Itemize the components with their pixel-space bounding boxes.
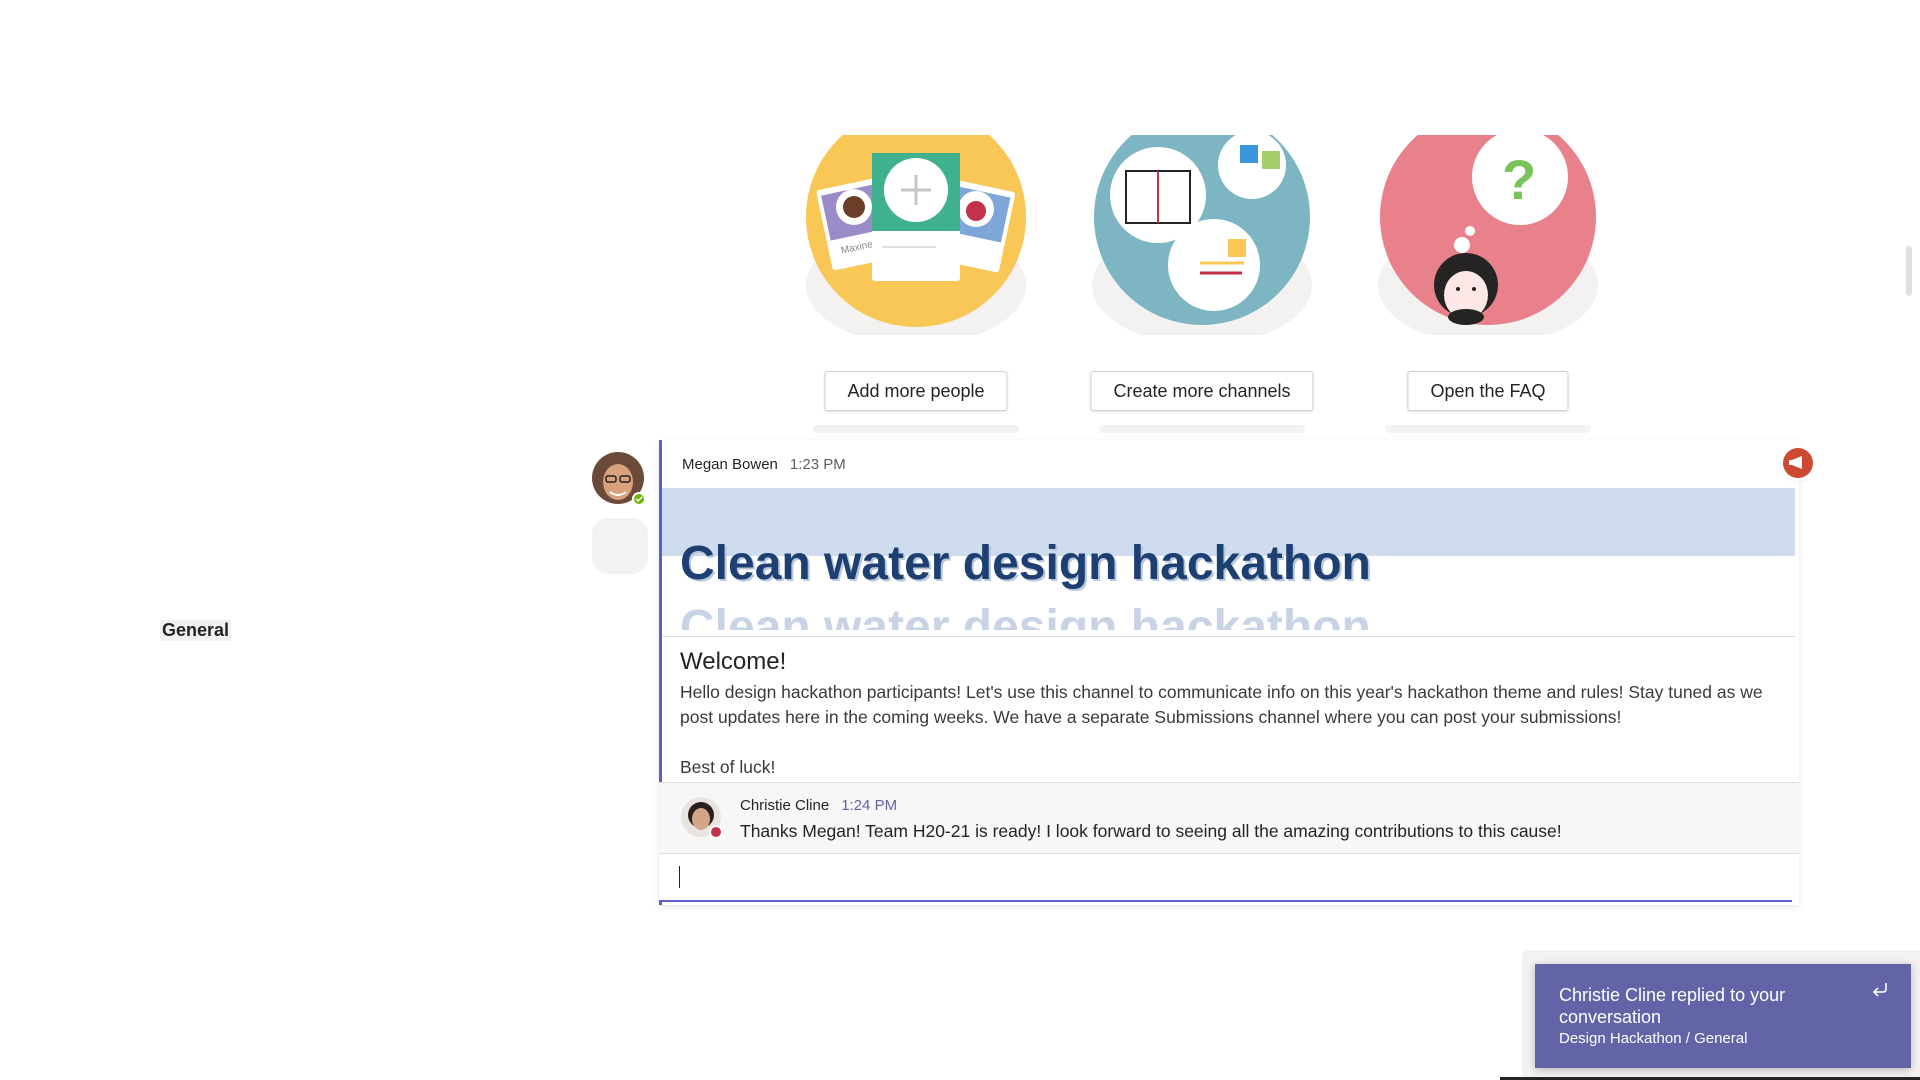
reply-input[interactable] [659,854,1792,902]
post-time: 1:23 PM [789,456,846,473]
megaphone-icon [1783,448,1813,478]
post-body-paragraph: Best of luck! [680,757,776,777]
announcement-headline: Clean water design hackathon [680,537,1371,590]
post-header: Megan Bowen 1:23 PM [682,456,846,473]
toast-subtitle: Design Hackathon / General [1559,1030,1748,1047]
open-faq-illustration: ? [1378,135,1598,335]
card-create-channels: Create more channels [1087,135,1317,433]
text-caret [679,866,680,888]
reply-author[interactable]: Christie Cline [740,797,829,814]
add-people-illustration: Maxine [806,135,1026,335]
add-more-people-button[interactable]: Add more people [824,371,1008,411]
post-author[interactable]: Megan Bowen [682,456,778,473]
svg-text:?: ? [1502,148,1536,211]
avatar-placeholder [592,518,648,574]
card-shadow [813,425,1019,433]
headline-reflection: Clean water design hackathon [680,601,1371,630]
create-more-channels-button[interactable]: Create more channels [1090,371,1314,411]
card-shadow [1385,425,1591,433]
card-shadow [1099,425,1305,433]
announcement-post: Megan Bowen 1:23 PM Clean water design ha… [659,440,1813,905]
reply-meta: Christie Cline 1:24 PM [740,797,897,814]
toast-title: Christie Cline replied to your conversat… [1559,985,1786,1027]
notification-toast[interactable]: Christie Cline replied to your conversat… [1535,964,1911,1068]
create-channels-illustration [1092,135,1312,335]
open-faq-button[interactable]: Open the FAQ [1407,371,1569,411]
channel-name[interactable]: General [160,620,232,641]
reply-arrow-icon[interactable] [1869,978,1891,1000]
divider [662,636,1795,637]
post-body-paragraph: Hello design hackathon participants! Let… [680,682,1763,727]
scrollbar-thumb[interactable] [1906,246,1912,296]
card-add-people: Maxine Add more people [801,135,1031,433]
reply-text: Thanks Megan! Team H20-21 is ready! I lo… [740,821,1562,841]
card-open-faq: ? Open the FAQ [1373,135,1603,433]
presence-busy-icon [709,825,723,839]
welcome-title: Welcome! [680,648,787,675]
presence-available-icon [632,492,646,506]
reply-message: Christie Cline 1:24 PM Thanks Megan! Team… [659,782,1799,854]
reply-time: 1:24 PM [841,797,898,814]
